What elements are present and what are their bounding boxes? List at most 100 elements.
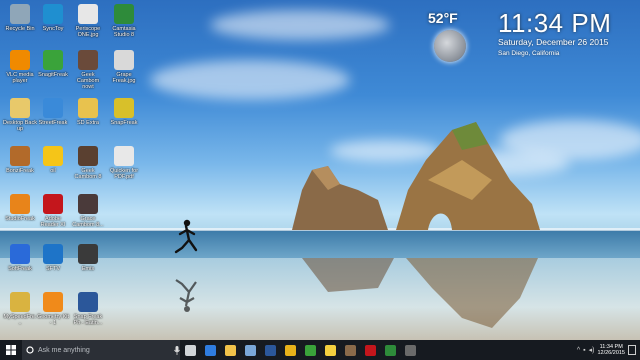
desktop-icon[interactable]: StreetFreak xyxy=(36,98,70,126)
desktop-icon-label: Camtasia Studio 8 xyxy=(112,26,136,38)
desktop-icon-label: StudioFreak xyxy=(5,216,35,222)
edge-icon xyxy=(204,344,216,356)
tray-clock[interactable]: 11:34 PM 12/26/2015 xyxy=(597,344,625,357)
taskbar-app-button[interactable] xyxy=(380,340,400,360)
desktop-icon[interactable]: Grace Cambom 8... xyxy=(71,194,105,228)
photos-icon xyxy=(344,344,356,356)
desktop-icon[interactable]: BonziFreak xyxy=(3,146,37,174)
desktop-icon-label: SnapFreak xyxy=(110,120,138,126)
desktop-icon[interactable]: SD Extra xyxy=(71,98,105,126)
taskbar-app-button[interactable] xyxy=(360,340,380,360)
monkey-icon xyxy=(10,146,30,166)
desktop-icon-label: SD Extra xyxy=(76,120,99,126)
doc-icon xyxy=(10,98,30,118)
desktop-icon[interactable]: MySpeedFre... xyxy=(3,292,37,326)
action-center-icon[interactable] xyxy=(628,345,636,355)
desktop-icon[interactable]: Grape Freak.jpg xyxy=(107,50,141,84)
cloud xyxy=(210,10,390,40)
desktop-icon[interactable]: SnagitFreak xyxy=(36,50,70,78)
windows-logo-icon xyxy=(6,345,16,355)
snagit-icon xyxy=(304,344,316,356)
volume-icon[interactable]: ◂) xyxy=(589,346,595,354)
photo-icon xyxy=(78,50,98,70)
folder-icon xyxy=(10,292,30,312)
acrobat-icon xyxy=(364,344,376,356)
snagit-icon xyxy=(43,50,63,70)
desktop-icon-label: Desktop Back up xyxy=(3,120,37,132)
clock-date: Saturday, December 26 2015 xyxy=(498,37,609,47)
taskbar-app-button[interactable] xyxy=(400,340,420,360)
clock-widget[interactable]: 11:34 PM Saturday, December 26 2015 San … xyxy=(498,8,636,57)
blue-disc-icon xyxy=(43,244,63,264)
desktop-icon[interactable]: Quicken for PDF.pdf xyxy=(107,146,141,180)
desktop-icon[interactable]: VLC media player xyxy=(3,50,37,84)
network-icon[interactable]: ▪ xyxy=(583,347,585,354)
flower-icon xyxy=(10,194,30,214)
desktop-icon[interactable]: StudioFreak xyxy=(3,194,37,222)
synctoy-icon xyxy=(43,4,63,24)
desktop-icon-label: Geometry Kit - 1 xyxy=(36,314,70,326)
ki-icon xyxy=(43,292,63,312)
recycle-bin-icon xyxy=(10,4,30,24)
desktop-icon[interactable]: SoftFreak xyxy=(3,244,37,272)
photo-icon xyxy=(78,194,98,214)
taskbar-apps xyxy=(180,340,420,360)
desktop-icon[interactable]: Camtasia Studio 8 xyxy=(107,4,141,38)
desktop-icon[interactable]: SnapFreak xyxy=(107,98,141,126)
cloud xyxy=(150,60,350,100)
folder-icon xyxy=(78,98,98,118)
desktop-icon-label: Grace Cambom 8... xyxy=(72,216,104,228)
camtasia-icon xyxy=(384,344,396,356)
desktop-icon[interactable]: Geek Cambom nowt xyxy=(71,50,105,90)
vlc-icon xyxy=(10,50,30,70)
desktop-icon[interactable]: Adobe Reader XI xyxy=(36,194,70,228)
desktop-icon-label: Recycle Bin xyxy=(5,26,35,32)
pdf-icon xyxy=(114,146,134,166)
taskbar-app-button[interactable] xyxy=(240,340,260,360)
desktop-icon[interactable]: Geek Cambom 8 xyxy=(71,146,105,180)
desktop-icon-label: Grape Freak.jpg xyxy=(112,72,136,84)
taskbar-app-button[interactable] xyxy=(200,340,220,360)
taskbar-app-button[interactable] xyxy=(280,340,300,360)
word-doc-icon xyxy=(78,292,98,312)
cortana-search-box[interactable]: Ask me anything xyxy=(22,340,180,360)
desktop-icon-label: SFTV xyxy=(45,266,61,272)
desktop-icon-label: SyncToy xyxy=(42,26,64,32)
taskbar-app-button[interactable] xyxy=(180,340,200,360)
desktop-icon[interactable]: Desktop Back up xyxy=(3,98,37,132)
app-icon xyxy=(43,98,63,118)
desktop-icon-label: SoftFreak xyxy=(8,266,32,272)
desktop-icon[interactable]: Emis xyxy=(71,244,105,272)
desktop-icon-label: StreetFreak xyxy=(38,120,68,126)
desktop-icon[interactable]: SFTV xyxy=(36,244,70,272)
smiley-icon xyxy=(43,146,63,166)
runner-silhouette xyxy=(174,219,198,254)
desktop-icon[interactable]: Geometry Kit - 1 xyxy=(36,292,70,326)
start-button[interactable] xyxy=(0,340,22,360)
chevron-up-icon[interactable]: ^ xyxy=(577,347,580,354)
weather-widget[interactable]: 52°F xyxy=(428,10,488,62)
search-placeholder: Ask me anything xyxy=(38,346,90,354)
taskbar-app-button[interactable] xyxy=(320,340,340,360)
taskbar: Ask me anything ^ ▪ ◂) 11:34 PM 12/26/20… xyxy=(0,340,640,360)
app-icon xyxy=(10,244,30,264)
image-file-icon xyxy=(78,4,98,24)
app-icon xyxy=(114,98,134,118)
cortana-circle-icon xyxy=(26,346,34,354)
image-file-icon xyxy=(114,50,134,70)
adobe-reader-icon xyxy=(43,194,63,214)
arch-reflection xyxy=(406,258,538,328)
taskbar-app-button[interactable] xyxy=(260,340,280,360)
clock-location: San Diego, California xyxy=(498,50,560,57)
desktop-icon[interactable]: Periscope ONE.jpg xyxy=(71,4,105,38)
desktop-icon[interactable]: Snap Freak Ph - Eatin... xyxy=(71,292,105,326)
taskbar-app-button[interactable] xyxy=(220,340,240,360)
taskbar-app-button[interactable] xyxy=(340,340,360,360)
desktop-icon-label: oil xyxy=(50,168,56,174)
taskbar-app-button[interactable] xyxy=(300,340,320,360)
chrome-icon xyxy=(284,344,296,356)
desktop-icon[interactable]: Recycle Bin xyxy=(3,4,37,32)
camtasia-icon xyxy=(114,4,134,24)
desktop-icon[interactable]: SyncToy xyxy=(36,4,70,32)
desktop-icon[interactable]: oil xyxy=(36,146,70,174)
